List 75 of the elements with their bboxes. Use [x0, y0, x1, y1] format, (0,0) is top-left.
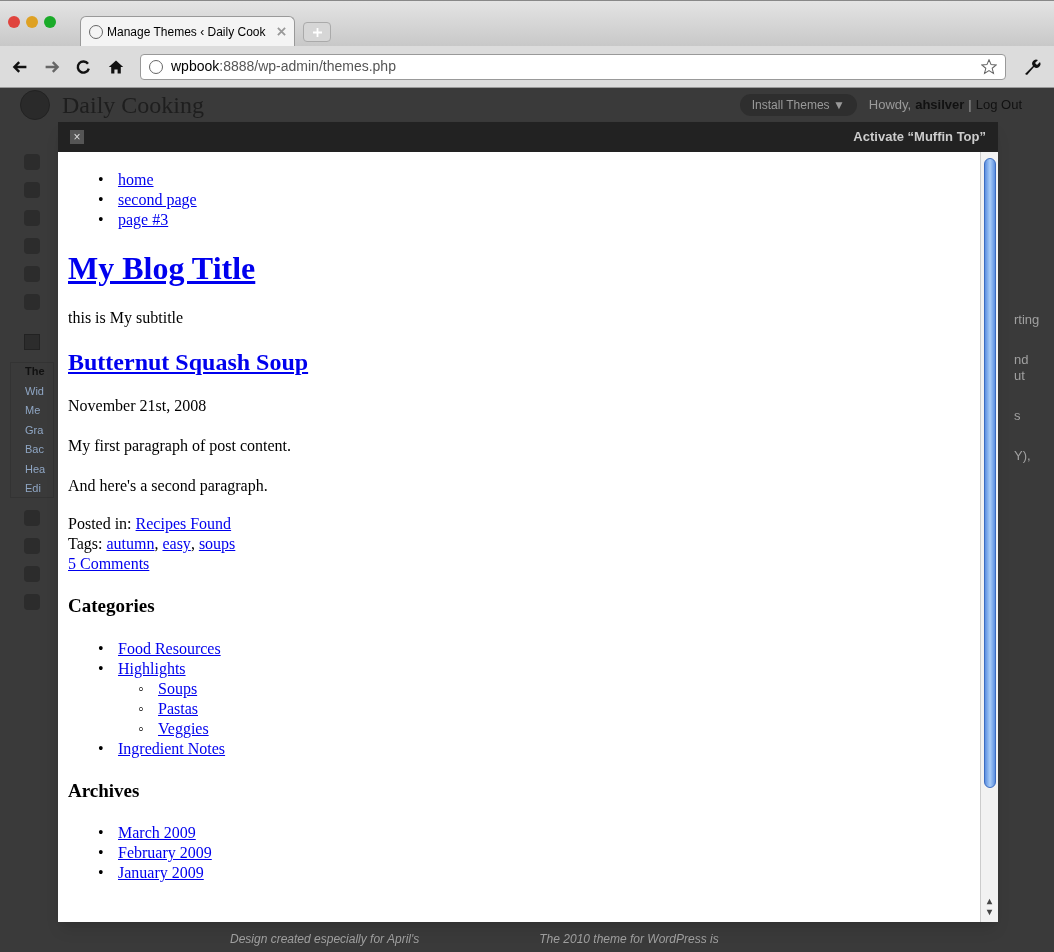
new-tab-button[interactable] [303, 22, 331, 42]
blog-subtitle: this is My subtitle [68, 308, 185, 329]
posted-in-label: Posted in: [68, 514, 132, 534]
url-text: wpbook:8888/wp-admin/themes.php [171, 57, 396, 76]
back-icon[interactable] [12, 58, 28, 75]
theme-description: Design created especially for April's [230, 931, 420, 948]
scroll-down-icon[interactable] [986, 909, 993, 916]
plus-icon [312, 27, 322, 37]
submenu-item[interactable]: Gra [25, 421, 53, 438]
list-bullet: • [98, 210, 105, 230]
separator-text: | [968, 96, 972, 115]
list-bullet: ◦ [138, 718, 145, 739]
list-bullet: • [98, 170, 105, 190]
list-bullet: ◦ [138, 698, 145, 719]
minimize-window-icon[interactable] [26, 15, 38, 28]
reload-icon[interactable] [76, 58, 92, 75]
widget-link[interactable]: Veggies [158, 718, 209, 739]
category-link[interactable]: Recipes Found [135, 514, 232, 534]
cut-text: nd ut [1014, 352, 1030, 384]
greeting-text: Howdy, [868, 96, 912, 115]
list-bullet: ◦ [138, 678, 145, 699]
nav-link[interactable]: page #3 [118, 210, 169, 230]
nav-link[interactable]: home [118, 170, 154, 190]
widget-title: Archives [68, 778, 141, 803]
tag-link[interactable]: easy [162, 534, 191, 554]
submenu-item[interactable]: Me [25, 402, 53, 419]
home-icon[interactable] [108, 58, 124, 75]
cut-text: rting [1014, 312, 1041, 328]
tag-separator: , [154, 534, 159, 554]
submenu-item[interactable]: Edi [25, 480, 53, 497]
address-bar[interactable]: wpbook:8888/wp-admin/themes.php [140, 53, 1006, 80]
post-title-link[interactable]: Butternut Squash Soup [68, 349, 309, 375]
close-window-icon[interactable] [8, 15, 20, 28]
list-bullet: • [98, 843, 105, 863]
submenu-item[interactable]: Wid [25, 382, 53, 399]
theme-description: The 2010 theme for WordPress is [539, 931, 719, 948]
close-button[interactable]: × [70, 130, 84, 144]
nav-link[interactable]: second page [118, 190, 197, 210]
submenu-item[interactable]: Bac [25, 441, 53, 458]
widget-link[interactable]: Pastas [158, 698, 198, 719]
tag-link[interactable]: autumn [106, 534, 155, 554]
blog-title-link[interactable]: My Blog Title [68, 250, 256, 286]
widget-link[interactable]: Food Resources [118, 638, 221, 659]
list-bullet: • [98, 863, 105, 883]
cut-text: s [1014, 408, 1022, 424]
widget-link[interactable]: Ingredient Notes [118, 738, 226, 759]
browser-tab[interactable]: Manage Themes ‹ Daily Cook [80, 16, 295, 46]
scroll-up-icon[interactable] [986, 898, 993, 905]
list-bullet: • [98, 823, 105, 843]
widget-link[interactable]: January 2009 [118, 863, 204, 883]
activate-link[interactable]: Activate “Muffin Top” [853, 127, 986, 147]
widget-link[interactable]: February 2009 [118, 843, 212, 863]
list-bullet: • [98, 658, 105, 679]
close-tab-icon[interactable] [277, 27, 286, 36]
post-paragraph: And here's a second paragraph. [68, 476, 269, 497]
list-bullet: • [98, 638, 105, 659]
tag-link[interactable]: soups [198, 534, 236, 554]
widget-title: Categories [68, 594, 156, 618]
widget-link[interactable]: Soups [158, 678, 198, 699]
post-date: November 21st, 2008 [68, 396, 208, 416]
widget-link[interactable]: Highlights [118, 658, 186, 679]
tags-label: Tags: [68, 534, 103, 554]
comments-link[interactable]: 5 Comments [68, 555, 150, 572]
forward-icon[interactable] [44, 58, 60, 75]
star-icon[interactable] [981, 58, 997, 75]
cut-text: Y), [1014, 448, 1032, 464]
zoom-window-icon[interactable] [44, 15, 56, 28]
submenu-item[interactable]: Hea [25, 460, 53, 477]
tag-separator: , [190, 534, 195, 552]
post-paragraph: My first paragraph of post content. [68, 436, 293, 457]
scrollbar[interactable] [980, 152, 998, 922]
widget-link[interactable]: March 2009 [118, 823, 196, 843]
install-themes-button[interactable]: Install Themes ▼ [739, 94, 857, 116]
list-bullet: • [98, 738, 105, 759]
list-bullet: • [98, 190, 105, 210]
